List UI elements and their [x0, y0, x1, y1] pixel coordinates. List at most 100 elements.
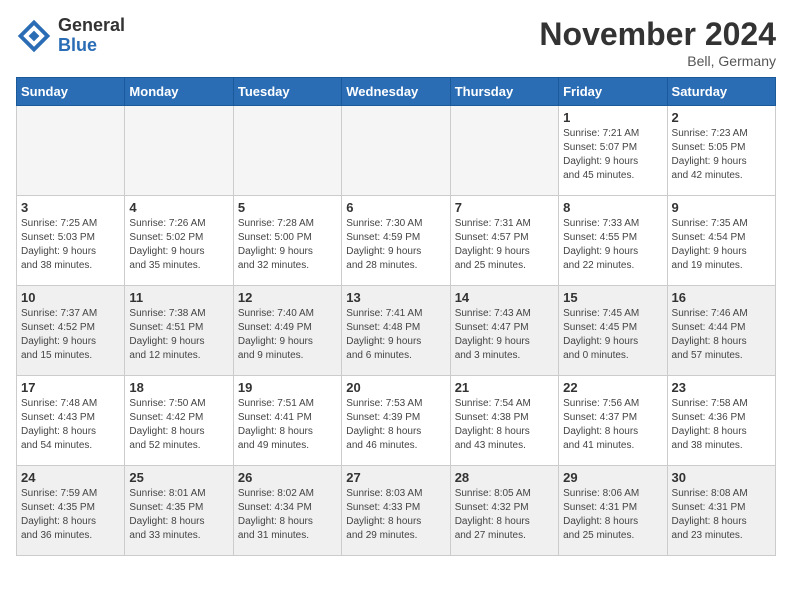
day-info: Sunrise: 7:31 AM Sunset: 4:57 PM Dayligh… — [455, 217, 554, 273]
day-info: Sunrise: 7:51 AM Sunset: 4:41 PM Dayligh… — [238, 397, 337, 453]
day-info: Sunrise: 7:33 AM Sunset: 4:55 PM Dayligh… — [563, 217, 662, 273]
title-area: November 2024 Bell, Germany — [539, 16, 776, 69]
calendar-cell: 25 Sunrise: 8:01 AM Sunset: 4:35 PM Dayli… — [125, 466, 233, 556]
day-number: 4 — [129, 200, 228, 215]
calendar-cell: 4 Sunrise: 7:26 AM Sunset: 5:02 PM Daylig… — [125, 196, 233, 286]
calendar-cell: 21Sunrise: 7:54 AM Sunset: 4:38 PM Dayli… — [450, 376, 558, 466]
calendar-cell: 17 Sunrise: 7:48 AM Sunset: 4:43 PM Dayli… — [17, 376, 125, 466]
calendar-cell: 6 Sunrise: 7:30 AM Sunset: 4:59 PM Daylig… — [342, 196, 450, 286]
calendar-cell: 3Sunrise: 7:25 AM Sunset: 5:03 PM Daylig… — [17, 196, 125, 286]
day-info: Sunrise: 7:59 AM Sunset: 4:35 PM Dayligh… — [21, 487, 120, 543]
day-info: Sunrise: 7:41 AM Sunset: 4:48 PM Dayligh… — [346, 307, 445, 363]
calendar-cell: 15 Sunrise: 7:45 AM Sunset: 4:45 PM Dayli… — [559, 286, 667, 376]
calendar-cell: 22Sunrise: 7:56 AM Sunset: 4:37 PM Dayli… — [559, 376, 667, 466]
calendar-cell — [450, 106, 558, 196]
calendar-cell: 19 Sunrise: 7:51 AM Sunset: 4:41 PM Dayli… — [233, 376, 341, 466]
day-number: 12 — [238, 290, 337, 305]
day-number: 7 — [455, 200, 554, 215]
day-number: 24 — [21, 470, 120, 485]
day-number: 11 — [129, 290, 228, 305]
logo-general-text: General — [58, 16, 125, 36]
day-header-saturday: Saturday — [667, 78, 775, 106]
calendar-cell: 9 Sunrise: 7:35 AM Sunset: 4:54 PM Daylig… — [667, 196, 775, 286]
calendar-cell: 28Sunrise: 8:05 AM Sunset: 4:32 PM Dayli… — [450, 466, 558, 556]
day-number: 6 — [346, 200, 445, 215]
calendar-cell — [233, 106, 341, 196]
day-info: Sunrise: 8:01 AM Sunset: 4:35 PM Dayligh… — [129, 487, 228, 543]
calendar-cell: 5 Sunrise: 7:28 AM Sunset: 5:00 PM Daylig… — [233, 196, 341, 286]
day-number: 16 — [672, 290, 771, 305]
day-number: 27 — [346, 470, 445, 485]
calendar-cell: 7 Sunrise: 7:31 AM Sunset: 4:57 PM Daylig… — [450, 196, 558, 286]
logo-icon — [16, 18, 52, 54]
day-info: Sunrise: 7:45 AM Sunset: 4:45 PM Dayligh… — [563, 307, 662, 363]
location: Bell, Germany — [539, 53, 776, 69]
calendar-cell: 13 Sunrise: 7:41 AM Sunset: 4:48 PM Dayli… — [342, 286, 450, 376]
calendar-cell: 16 Sunrise: 7:46 AM Sunset: 4:44 PM Dayli… — [667, 286, 775, 376]
day-info: Sunrise: 7:46 AM Sunset: 4:44 PM Dayligh… — [672, 307, 771, 363]
logo: General Blue — [16, 16, 125, 56]
calendar-cell: 26Sunrise: 8:02 AM Sunset: 4:34 PM Dayli… — [233, 466, 341, 556]
days-of-week-row: SundayMondayTuesdayWednesdayThursdayFrid… — [17, 78, 776, 106]
calendar-cell: 20 Sunrise: 7:53 AM Sunset: 4:39 PM Dayli… — [342, 376, 450, 466]
week-row-1: 3Sunrise: 7:25 AM Sunset: 5:03 PM Daylig… — [17, 196, 776, 286]
calendar-cell: 24 Sunrise: 7:59 AM Sunset: 4:35 PM Dayli… — [17, 466, 125, 556]
day-info: Sunrise: 7:25 AM Sunset: 5:03 PM Dayligh… — [21, 217, 120, 273]
day-info: Sunrise: 8:06 AM Sunset: 4:31 PM Dayligh… — [563, 487, 662, 543]
calendar-cell: 18Sunrise: 7:50 AM Sunset: 4:42 PM Dayli… — [125, 376, 233, 466]
logo-text: General Blue — [58, 16, 125, 56]
day-number: 15 — [563, 290, 662, 305]
calendar-cell — [17, 106, 125, 196]
calendar-cell: 30Sunrise: 8:08 AM Sunset: 4:31 PM Dayli… — [667, 466, 775, 556]
calendar-cell — [125, 106, 233, 196]
calendar-cell: 27 Sunrise: 8:03 AM Sunset: 4:33 PM Dayli… — [342, 466, 450, 556]
day-info: Sunrise: 7:21 AM Sunset: 5:07 PM Dayligh… — [563, 127, 662, 183]
day-info: Sunrise: 7:23 AM Sunset: 5:05 PM Dayligh… — [672, 127, 771, 183]
day-info: Sunrise: 7:30 AM Sunset: 4:59 PM Dayligh… — [346, 217, 445, 273]
day-info: Sunrise: 8:08 AM Sunset: 4:31 PM Dayligh… — [672, 487, 771, 543]
day-number: 18 — [129, 380, 228, 395]
day-info: Sunrise: 7:58 AM Sunset: 4:36 PM Dayligh… — [672, 397, 771, 453]
day-number: 9 — [672, 200, 771, 215]
day-info: Sunrise: 7:48 AM Sunset: 4:43 PM Dayligh… — [21, 397, 120, 453]
logo-blue-text: Blue — [58, 36, 125, 56]
day-info: Sunrise: 7:43 AM Sunset: 4:47 PM Dayligh… — [455, 307, 554, 363]
day-header-tuesday: Tuesday — [233, 78, 341, 106]
day-info: Sunrise: 7:35 AM Sunset: 4:54 PM Dayligh… — [672, 217, 771, 273]
day-number: 22 — [563, 380, 662, 395]
day-info: Sunrise: 8:03 AM Sunset: 4:33 PM Dayligh… — [346, 487, 445, 543]
day-number: 17 — [21, 380, 120, 395]
calendar-cell: 1Sunrise: 7:21 AM Sunset: 5:07 PM Daylig… — [559, 106, 667, 196]
day-number: 13 — [346, 290, 445, 305]
calendar-table: SundayMondayTuesdayWednesdayThursdayFrid… — [16, 77, 776, 556]
day-info: Sunrise: 8:05 AM Sunset: 4:32 PM Dayligh… — [455, 487, 554, 543]
week-row-0: 1Sunrise: 7:21 AM Sunset: 5:07 PM Daylig… — [17, 106, 776, 196]
day-number: 5 — [238, 200, 337, 215]
calendar-cell: 11 Sunrise: 7:38 AM Sunset: 4:51 PM Dayli… — [125, 286, 233, 376]
day-number: 26 — [238, 470, 337, 485]
day-info: Sunrise: 7:53 AM Sunset: 4:39 PM Dayligh… — [346, 397, 445, 453]
calendar-cell: 10Sunrise: 7:37 AM Sunset: 4:52 PM Dayli… — [17, 286, 125, 376]
header: General Blue November 2024 Bell, Germany — [16, 16, 776, 69]
month-title: November 2024 — [539, 16, 776, 53]
calendar-cell: 8 Sunrise: 7:33 AM Sunset: 4:55 PM Daylig… — [559, 196, 667, 286]
day-info: Sunrise: 7:38 AM Sunset: 4:51 PM Dayligh… — [129, 307, 228, 363]
calendar-cell: 14 Sunrise: 7:43 AM Sunset: 4:47 PM Dayli… — [450, 286, 558, 376]
day-info: Sunrise: 7:26 AM Sunset: 5:02 PM Dayligh… — [129, 217, 228, 273]
day-number: 23 — [672, 380, 771, 395]
week-row-2: 10Sunrise: 7:37 AM Sunset: 4:52 PM Dayli… — [17, 286, 776, 376]
calendar-cell: 29Sunrise: 8:06 AM Sunset: 4:31 PM Dayli… — [559, 466, 667, 556]
day-number: 14 — [455, 290, 554, 305]
day-header-wednesday: Wednesday — [342, 78, 450, 106]
day-number: 8 — [563, 200, 662, 215]
day-info: Sunrise: 7:37 AM Sunset: 4:52 PM Dayligh… — [21, 307, 120, 363]
day-header-thursday: Thursday — [450, 78, 558, 106]
day-number: 20 — [346, 380, 445, 395]
day-number: 2 — [672, 110, 771, 125]
calendar-cell: 2 Sunrise: 7:23 AM Sunset: 5:05 PM Daylig… — [667, 106, 775, 196]
day-info: Sunrise: 7:28 AM Sunset: 5:00 PM Dayligh… — [238, 217, 337, 273]
day-header-friday: Friday — [559, 78, 667, 106]
day-number: 25 — [129, 470, 228, 485]
calendar-cell: 12Sunrise: 7:40 AM Sunset: 4:49 PM Dayli… — [233, 286, 341, 376]
day-number: 19 — [238, 380, 337, 395]
